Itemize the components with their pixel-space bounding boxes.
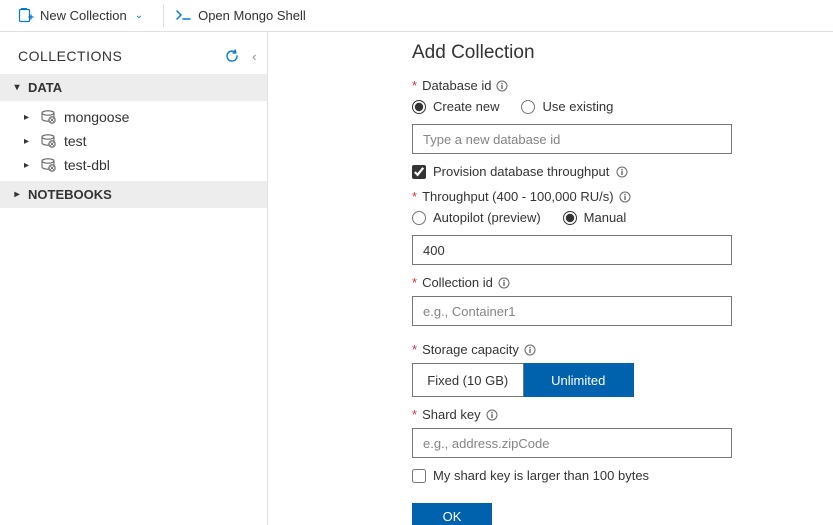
db-use-existing-radio[interactable]: Use existing (521, 99, 613, 114)
new-collection-label: New Collection (40, 8, 127, 23)
open-shell-label: Open Mongo Shell (198, 8, 306, 23)
database-icon (40, 157, 56, 173)
info-icon[interactable] (616, 166, 628, 178)
database-id-input[interactable] (412, 124, 732, 154)
provision-throughput-label: Provision database throughput (433, 164, 609, 179)
large-shard-checkbox[interactable] (412, 469, 426, 483)
storage-capacity-label: * Storage capacity (412, 342, 833, 357)
db-create-new-radio[interactable]: Create new (412, 99, 499, 114)
tree-item-label: test (64, 133, 87, 149)
tree-item-test[interactable]: ▸ test (0, 129, 267, 153)
panel-heading: Add Collection (412, 42, 833, 64)
database-id-label: * Database id (412, 78, 833, 93)
info-icon[interactable] (619, 191, 631, 203)
tree-section-notebooks[interactable]: ▸ NOTEBOOKS (0, 181, 267, 208)
storage-fixed-option[interactable]: Fixed (10 GB) (412, 363, 524, 397)
chevron-down-icon: ▾ (12, 82, 22, 93)
tree-data-children: ▸ mongoose ▸ test ▸ (0, 101, 267, 181)
chevron-right-icon: ▸ (24, 112, 32, 123)
collection-id-label: * Collection id (412, 275, 833, 290)
terminal-icon (176, 8, 192, 24)
chevron-down-icon: ⌄ (135, 10, 143, 21)
database-icon (40, 133, 56, 149)
chevron-right-icon: ▸ (24, 160, 32, 171)
storage-unlimited-option[interactable]: Unlimited (524, 363, 635, 397)
tree-section-label: DATA (28, 80, 62, 95)
new-collection-icon (18, 8, 34, 24)
info-icon[interactable] (496, 80, 508, 92)
tree-section-data[interactable]: ▾ DATA (0, 74, 267, 101)
refresh-button[interactable] (224, 48, 240, 64)
chevron-right-icon: ▸ (24, 136, 32, 147)
info-icon[interactable] (524, 344, 536, 356)
info-icon[interactable] (486, 409, 498, 421)
throughput-autopilot-radio[interactable]: Autopilot (preview) (412, 210, 541, 225)
add-collection-panel: Add Collection * Database id Create new … (388, 32, 833, 525)
tree-item-test-dbl[interactable]: ▸ test-dbl (0, 153, 267, 177)
tree-item-mongoose[interactable]: ▸ mongoose (0, 105, 267, 129)
database-icon (40, 109, 56, 125)
sidebar-title: COLLECTIONS (18, 48, 224, 64)
large-shard-label: My shard key is larger than 100 bytes (433, 468, 649, 483)
open-shell-button[interactable]: Open Mongo Shell (170, 0, 320, 31)
storage-capacity-toggle: Fixed (10 GB) Unlimited (412, 363, 634, 397)
new-collection-button[interactable]: New Collection ⌄ (12, 0, 157, 31)
sidebar: COLLECTIONS ‹ ▾ DATA ▸ (0, 32, 268, 525)
tree-item-label: test-dbl (64, 157, 110, 173)
tree-item-label: mongoose (64, 109, 129, 125)
collection-id-input[interactable] (412, 296, 732, 326)
shard-key-input[interactable] (412, 428, 732, 458)
ok-button[interactable]: OK (412, 503, 492, 525)
provision-throughput-checkbox[interactable] (412, 165, 426, 179)
collapse-sidebar-button[interactable]: ‹ (252, 49, 257, 64)
shard-key-label: * Shard key (412, 407, 833, 422)
throughput-manual-radio[interactable]: Manual (563, 210, 627, 225)
main-empty-area (268, 32, 388, 525)
throughput-input[interactable] (412, 235, 732, 265)
info-icon[interactable] (498, 277, 510, 289)
topbar: New Collection ⌄ Open Mongo Shell (0, 0, 833, 32)
tree-section-label: NOTEBOOKS (28, 187, 112, 202)
throughput-label: * Throughput (400 - 100,000 RU/s) (412, 189, 833, 204)
divider (163, 4, 164, 27)
chevron-right-icon: ▸ (12, 189, 22, 200)
